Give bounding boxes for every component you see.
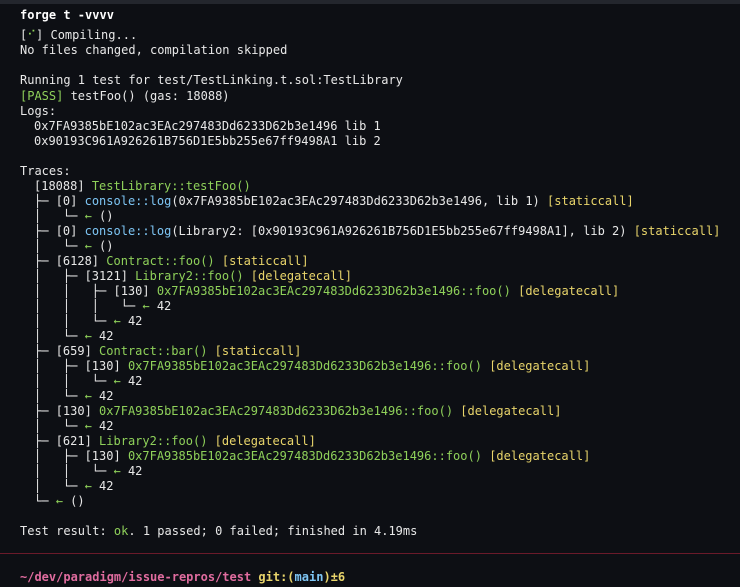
- trace-return: │ └─ ← 42: [34, 419, 114, 433]
- trace-call: │ ├─ [130] 0x7FA9385bE102ac3EAc297483Dd6…: [34, 449, 591, 463]
- compile-status: [⠊] Compiling...: [20, 28, 138, 42]
- prompt-path: ~/dev/paradigm/issue-repros/test: [20, 570, 252, 584]
- trace-call: ├─ [6128] Contract::foo() [staticcall]: [34, 254, 309, 268]
- trace-call: │ ├─ [130] 0x7FA9385bE102ac3EAc297483Dd6…: [34, 359, 591, 373]
- test-result: Test result: ok. 1 passed; 0 failed; fin…: [20, 524, 418, 538]
- trace-call: ├─ [0] console::log(0x7FA9385bE102ac3EAc…: [34, 194, 634, 208]
- trace-return: │ │ └─ ← 42: [34, 464, 143, 478]
- trace-return: │ │ │ └─ ← 42: [34, 299, 172, 313]
- trace-call: │ │ ├─ [130] 0x7FA9385bE102ac3EAc297483D…: [34, 284, 620, 298]
- return-arrow-icon: ←: [84, 239, 100, 253]
- trace-call: ├─ [0] console::log(Library2: [0x90193C9…: [34, 224, 721, 238]
- trace-call: │ ├─ [3121] Library2::foo() [delegatecal…: [34, 269, 352, 283]
- shell-prompt[interactable]: ~/dev/paradigm/issue-repros/test git:(ma…: [20, 570, 345, 585]
- command-line: forge t -vvvv: [20, 8, 114, 22]
- compile-message: No files changed, compilation skipped: [20, 43, 288, 57]
- logs-label: Logs:: [20, 104, 57, 118]
- spinner-icon: ⠊: [27, 28, 37, 42]
- return-arrow-icon: ←: [113, 374, 128, 388]
- trace-return: │ │ └─ ← 42: [34, 314, 143, 328]
- trace-call: ├─ [621] Library2::foo() [delegatecall]: [34, 434, 316, 448]
- return-arrow-icon: ←: [84, 389, 100, 403]
- trace-return: │ └─ ← 42: [34, 479, 114, 493]
- git-dirty-count: ±6: [330, 570, 346, 584]
- top-scroll-edge: [0, 0, 740, 4]
- pass-badge: [PASS]: [20, 89, 64, 103]
- return-arrow-icon: ←: [84, 329, 100, 343]
- traces-label: Traces:: [20, 164, 71, 178]
- trace-return: │ └─ ← (): [34, 209, 114, 223]
- run-header: Running 1 test for test/TestLinking.t.so…: [20, 73, 403, 87]
- return-arrow-icon: ←: [84, 479, 100, 493]
- trace-return: │ └─ ← 42: [34, 389, 114, 403]
- trace-return: │ └─ ← (): [34, 239, 114, 253]
- trace-call: ├─ [659] Contract::bar() [staticcall]: [34, 344, 302, 358]
- terminal-window[interactable]: forge t -vvvv [⠊] Compiling... No files …: [0, 0, 740, 587]
- git-branch: main: [294, 570, 324, 584]
- pass-line: [PASS] testFoo() (gas: 18088): [20, 89, 230, 103]
- return-arrow-icon: ←: [113, 314, 128, 328]
- trace-call: ├─ [130] 0x7FA9385bE102ac3EAc297483Dd623…: [34, 404, 562, 418]
- trace-return: │ │ └─ ← 42: [34, 374, 143, 388]
- return-arrow-icon: ←: [84, 419, 100, 433]
- trace-return: │ └─ ← 42: [34, 329, 114, 343]
- return-arrow-icon: ←: [113, 464, 128, 478]
- return-arrow-icon: ←: [55, 494, 71, 508]
- log-line: 0x7FA9385bE102ac3EAc297483Dd6233D62b3e14…: [34, 119, 381, 133]
- trace-return: └─ ← (): [34, 494, 85, 508]
- result-ok: ok: [113, 524, 129, 538]
- return-arrow-icon: ←: [84, 209, 100, 223]
- return-arrow-icon: ←: [142, 299, 157, 313]
- trace-root: [18088] TestLibrary::testFoo(): [34, 179, 251, 193]
- log-line: 0x90193C961A926261B756D1E5bb255e67ff9498…: [34, 134, 381, 148]
- pane-divider: [0, 553, 740, 554]
